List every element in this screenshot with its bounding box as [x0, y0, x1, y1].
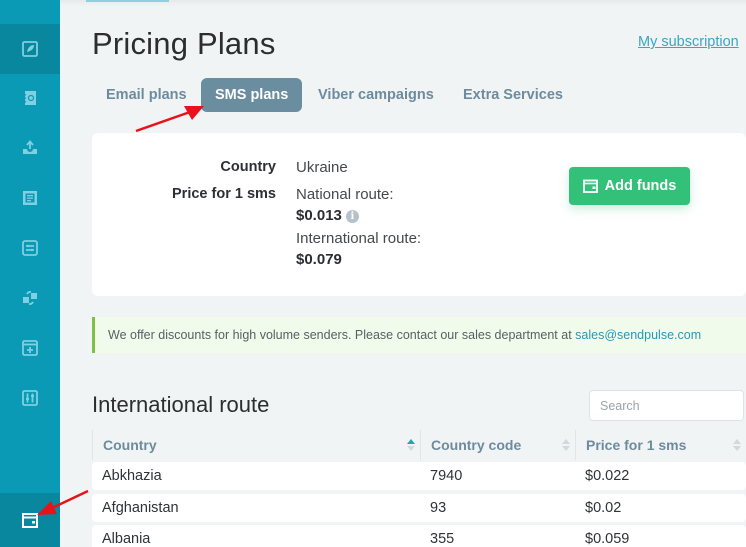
add-funds-button[interactable]: Add funds	[569, 167, 690, 205]
column-label: Country code	[431, 437, 522, 453]
my-subscription-link[interactable]: My subscription	[638, 34, 739, 50]
column-header-country[interactable]: Country	[92, 430, 420, 460]
cell-price: $0.059	[585, 531, 630, 547]
sales-email-link[interactable]: sales@sendpulse.com	[575, 328, 701, 342]
integrations-icon	[23, 291, 37, 305]
settings-sliders-icon	[22, 390, 38, 406]
sort-icon	[562, 439, 570, 453]
column-header-country-code[interactable]: Country code	[420, 430, 575, 460]
price-label: Price for 1 sms	[172, 186, 276, 202]
notice-text: We offer discounts for high volume sende…	[108, 328, 576, 342]
wallet-icon	[582, 179, 598, 193]
cell-code: 7940	[430, 468, 463, 484]
cell-price: $0.022	[585, 468, 630, 484]
automation-icon	[22, 240, 38, 256]
sidebar-item-upload[interactable]	[0, 123, 60, 173]
national-price: $0.013	[296, 207, 342, 224]
sort-icon	[407, 439, 415, 453]
sidebar-item-integrations[interactable]	[0, 273, 60, 323]
column-label: Country	[103, 437, 157, 453]
sms-summary-card: Country Ukraine Price for 1 sms National…	[92, 133, 746, 296]
sidebar-item-settings[interactable]	[0, 373, 60, 423]
discount-notice: We offer discounts for high volume sende…	[92, 317, 746, 353]
international-route-label: International route:	[296, 230, 422, 247]
tab-sms-plans[interactable]: SMS plans	[201, 78, 303, 112]
page-title: Pricing Plans	[92, 26, 276, 61]
info-icon[interactable]: i	[345, 210, 359, 223]
sidebar-item-campaigns[interactable]	[0, 24, 60, 74]
national-route-label: National route:	[296, 186, 394, 203]
sidebar	[0, 0, 60, 547]
table-row: Abkhazia 7940 $0.022	[92, 462, 746, 490]
country-value: Ukraine	[296, 159, 348, 176]
sidebar-item-address-books[interactable]	[0, 73, 60, 123]
cell-price: $0.02	[585, 500, 622, 516]
cell-country: Abkhazia	[102, 468, 162, 484]
template-icon	[23, 191, 37, 205]
sidebar-item-templates[interactable]	[0, 173, 60, 223]
cell-country: Albania	[102, 531, 151, 547]
cell-code: 355	[430, 531, 455, 547]
column-label: Price for 1 sms	[586, 437, 687, 453]
top-nav-indicator	[86, 0, 169, 2]
table-header: Country Country code Price for 1 sms	[92, 430, 746, 460]
sidebar-item-automation[interactable]	[0, 223, 60, 273]
column-header-price[interactable]: Price for 1 sms	[575, 430, 746, 460]
edit-icon	[22, 41, 38, 57]
address-book-icon	[23, 91, 36, 105]
national-price-row: $0.013 i	[296, 207, 359, 224]
international-price: $0.079	[296, 251, 342, 268]
international-route-title: International route	[92, 392, 270, 417]
table-row: Albania 355 $0.059	[92, 525, 746, 547]
add-funds-label: Add funds	[604, 178, 677, 194]
wallet-icon	[22, 513, 38, 528]
cell-code: 93	[430, 500, 447, 516]
sort-icon	[733, 439, 741, 453]
add-form-icon	[22, 340, 38, 356]
sidebar-item-billing[interactable]	[0, 493, 60, 547]
sidebar-item-forms[interactable]	[0, 323, 60, 373]
tab-email-plans[interactable]: Email plans	[92, 78, 201, 112]
cell-country: Afghanistan	[102, 500, 179, 516]
tab-viber-campaigns[interactable]: Viber campaigns	[304, 78, 448, 112]
tab-extra-services[interactable]: Extra Services	[449, 78, 577, 112]
search-input[interactable]	[589, 390, 744, 421]
table-row: Afghanistan 93 $0.02	[92, 494, 746, 522]
upload-icon	[23, 140, 37, 154]
country-label: Country	[220, 159, 276, 175]
